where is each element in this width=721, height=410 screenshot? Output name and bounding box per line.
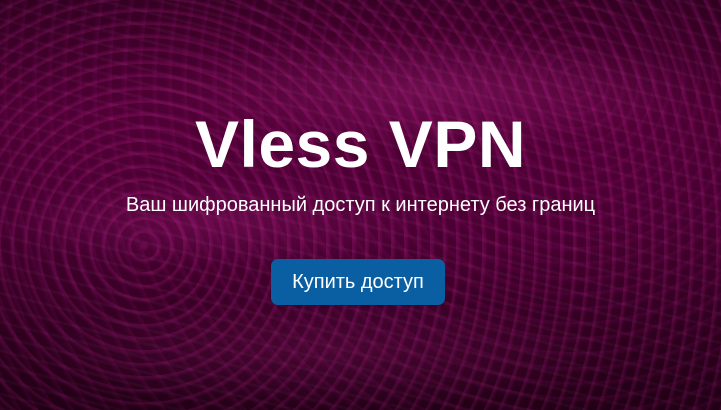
hero-content: Vless VPN Ваш шифрованный доступ к интер… [0, 0, 721, 410]
page-title: Vless VPN [194, 107, 527, 181]
hero-section: Vless VPN Ваш шифрованный доступ к интер… [0, 0, 721, 410]
hero-subtitle: Ваш шифрованный доступ к интернету без г… [125, 194, 596, 216]
buy-access-button[interactable]: Купить доступ [271, 259, 445, 305]
